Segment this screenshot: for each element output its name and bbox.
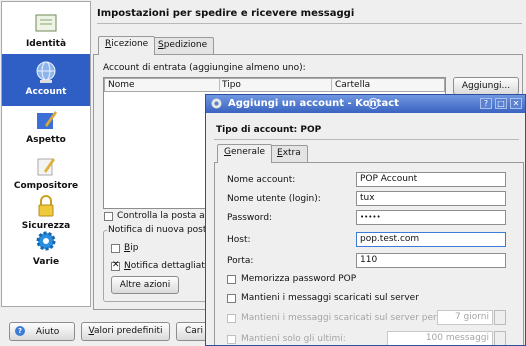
- store-password-checkbox[interactable]: [227, 275, 236, 284]
- kontact-icon: [211, 98, 222, 109]
- gear-icon: [36, 231, 56, 251]
- leave-on-server-label: Mantieni i messaggi scaricati sul server: [241, 293, 419, 303]
- host-label: Host:: [227, 235, 251, 245]
- maximize-icon[interactable]: □: [495, 98, 507, 109]
- port-label: Porta:: [227, 256, 254, 266]
- sidebar-item-label: Varie: [32, 257, 60, 267]
- sidebar-item-label: Aspetto: [26, 135, 66, 145]
- keep-days-spinner[interactable]: [494, 310, 506, 325]
- password-label: Password:: [227, 213, 273, 223]
- help-question-icon[interactable]: ?: [480, 98, 492, 109]
- sidebar: Identità Account Aspetto Compositore Sic…: [1, 1, 91, 307]
- leave-on-server-checkbox[interactable]: [227, 294, 236, 303]
- close-icon[interactable]: ✕: [510, 98, 522, 109]
- add-account-button[interactable]: Aggiungi...: [453, 77, 519, 95]
- tab-sending[interactable]: Spedizione: [151, 37, 215, 55]
- sidebar-item-misc[interactable]: Varie: [2, 224, 90, 276]
- column-header-type[interactable]: Tipo: [222, 80, 241, 90]
- dialog-titlebar[interactable]: Aggiungi un account - Kontact ? □ ✕: [206, 95, 525, 113]
- paintbrush-icon: [37, 111, 57, 129]
- column-header-folder[interactable]: Cartella: [335, 80, 370, 90]
- username-field[interactable]: tux: [356, 191, 506, 206]
- keep-days-checkbox[interactable]: [227, 314, 236, 323]
- tab-extra[interactable]: Extra: [270, 145, 308, 163]
- help-icon: ?: [15, 326, 25, 336]
- notify-group-title: Notifica di nuova posta: [107, 225, 213, 235]
- password-field[interactable]: •••••: [356, 210, 506, 225]
- port-field[interactable]: 110: [356, 253, 506, 268]
- accounts-label: Account di entrata (aggiungine almeno un…: [103, 63, 306, 73]
- column-header-name[interactable]: Nome: [108, 80, 135, 90]
- sidebar-item-label: Identità: [25, 39, 67, 49]
- page-title: Impostazioni per spedire e ricevere mess…: [97, 8, 355, 19]
- check-mail-label: Controlla la posta all': [117, 211, 213, 221]
- store-password-label: Memorizza password POP: [241, 274, 357, 284]
- keep-days-label: Mantieni i messaggi scaricati sul server…: [241, 313, 437, 323]
- beep-label: Bip: [124, 243, 139, 253]
- tab-general[interactable]: Generale: [217, 144, 273, 163]
- accounts-list-header: Nome Tipo Cartella: [104, 78, 445, 92]
- sidebar-item-identity[interactable]: Identità: [2, 6, 90, 58]
- keep-last-spinner[interactable]: [494, 331, 506, 345]
- tab-receiving[interactable]: Ricezione: [98, 36, 156, 55]
- pen-writing-icon: [37, 158, 55, 176]
- dialog-divider: [214, 139, 519, 140]
- detailed-notify-label: Notifica dettagliata: [124, 261, 211, 271]
- detailed-notify-checkbox[interactable]: [111, 260, 120, 271]
- keep-last-field[interactable]: 100 messaggi: [387, 331, 493, 345]
- defaults-button[interactable]: Valori predefiniti: [81, 322, 170, 341]
- keep-last-label: Mantieni solo gli ultimi:: [241, 334, 346, 344]
- account-name-label: Nome account:: [227, 175, 296, 185]
- dialog-heading: Tipo di account: POP: [216, 125, 322, 135]
- sidebar-item-account[interactable]: Account: [2, 54, 90, 106]
- id-card-icon: [35, 14, 57, 32]
- host-field[interactable]: pop.test.com: [356, 232, 506, 247]
- beep-checkbox[interactable]: [111, 244, 120, 253]
- sidebar-item-label: Account: [25, 87, 67, 97]
- app-badge-icon: [368, 98, 379, 109]
- globe-network-icon: [36, 61, 56, 83]
- keep-days-field[interactable]: 7 giorni: [437, 310, 493, 325]
- check-mail-checkbox[interactable]: [104, 212, 113, 221]
- padlock-icon: [38, 195, 54, 217]
- username-label: Nome utente (login):: [227, 194, 321, 204]
- add-account-dialog: Aggiungi un account - Kontact ? □ ✕ Tipo…: [205, 94, 526, 346]
- other-actions-button[interactable]: Altre azioni: [111, 276, 179, 294]
- sidebar-item-appearance[interactable]: Aspetto: [2, 102, 90, 154]
- keep-last-checkbox[interactable]: [227, 335, 236, 344]
- help-button[interactable]: ? Aiuto: [9, 322, 75, 341]
- title-divider: [97, 23, 522, 24]
- account-name-field[interactable]: POP Account: [356, 172, 506, 187]
